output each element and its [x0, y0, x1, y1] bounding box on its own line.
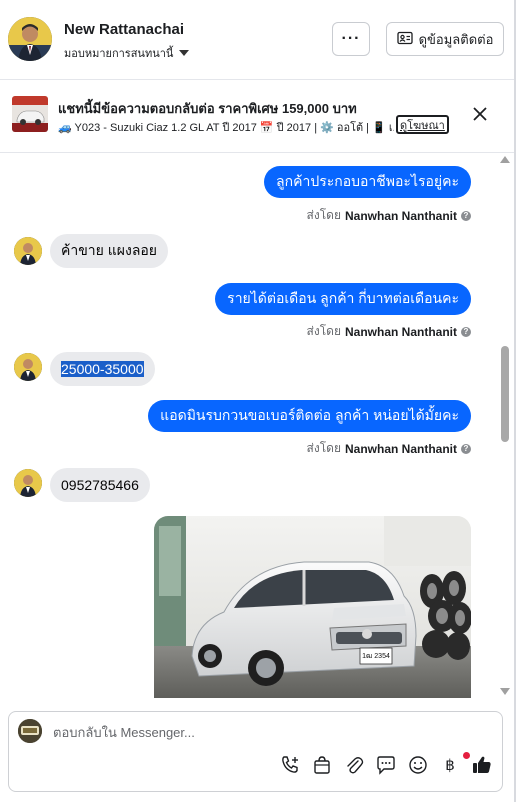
- outgoing-message-bubble[interactable]: ลูกค้าประกอบอาชีพอะไรอยู่คะ: [264, 166, 471, 198]
- contact-card-icon: [396, 31, 413, 48]
- phone-plus-icon[interactable]: [279, 754, 301, 776]
- info-icon[interactable]: ?: [461, 326, 471, 337]
- page-avatar: [18, 719, 42, 743]
- contact-avatar-small[interactable]: [14, 353, 42, 381]
- contact-avatar[interactable]: [8, 17, 52, 61]
- emoji-icon[interactable]: [407, 754, 429, 776]
- sender-name[interactable]: Nanwhan Nanthanit: [345, 325, 457, 339]
- scrollbar-thumb[interactable]: [501, 346, 509, 442]
- sent-by-prefix: ส่งโดย: [306, 441, 341, 455]
- view-ad-link[interactable]: ดูโฆษณา: [396, 115, 449, 134]
- chat-bubble-icon[interactable]: [375, 754, 397, 776]
- message-composer: ฿: [8, 711, 503, 792]
- view-contact-label: ดูข้อมูลติดต่อ: [418, 31, 494, 47]
- assign-label: มอบหมายการสนทนานี้: [64, 48, 174, 60]
- notification-dot: [463, 752, 470, 759]
- thumbs-up-icon[interactable]: [471, 754, 493, 776]
- contact-avatar-small[interactable]: [14, 469, 42, 497]
- shopping-bag-icon[interactable]: [311, 754, 333, 776]
- selected-text[interactable]: 25000-35000: [61, 361, 144, 377]
- outgoing-message-bubble[interactable]: รายได้ต่อเดือน ลูกค้า กี่บาทต่อเดือนคะ: [215, 283, 471, 315]
- contact-name[interactable]: New Rattanachai: [64, 21, 184, 38]
- sender-name[interactable]: Nanwhan Nanthanit: [345, 442, 457, 456]
- scroll-down-arrow-icon[interactable]: [500, 688, 510, 695]
- ad-context-bar: แชทนี้มีข้อความตอบกลับต่อ ราคาพิเศษ 159,…: [0, 81, 514, 153]
- outgoing-message-bubble[interactable]: แอดมินรบกวนขอเบอร์ติดต่อ ลูกค้า หน่อยได้…: [148, 400, 471, 432]
- info-icon[interactable]: ?: [461, 443, 471, 454]
- sent-by-prefix: ส่งโดย: [306, 208, 341, 222]
- view-contact-button[interactable]: ดูข้อมูลติดต่อ: [386, 22, 504, 56]
- sent-by-line: ส่งโดย Nanwhan Nanthanit ?: [307, 439, 471, 458]
- incoming-message-bubble[interactable]: ค้าขาย แผงลอย: [50, 234, 169, 268]
- scroll-up-arrow-icon[interactable]: [500, 156, 510, 163]
- car-photo-message[interactable]: 1ฒ 2354: [154, 516, 471, 698]
- sent-by-line: ส่งโดย Nanwhan Nanthanit ?: [307, 206, 471, 225]
- assign-conversation-dropdown[interactable]: มอบหมายการสนทนานี้: [64, 44, 190, 62]
- ad-detail: 🚙 Y023 - Suzuki Ciaz 1.2 GL AT ปี 2017 📅…: [58, 122, 394, 134]
- conversation-panel: New Rattanachai มอบหมายการสนทนานี้ ··· ด…: [0, 0, 514, 802]
- sender-name[interactable]: Nanwhan Nanthanit: [345, 209, 457, 223]
- license-plate-text: 1ฒ 2354: [362, 653, 390, 660]
- caret-down-icon: [179, 50, 190, 56]
- paperclip-icon[interactable]: [343, 754, 365, 776]
- more-icon: ···: [341, 30, 361, 47]
- more-options-button[interactable]: ···: [332, 22, 370, 56]
- contact-avatar-small[interactable]: [14, 237, 42, 265]
- close-icon[interactable]: [470, 104, 490, 124]
- ad-title: แชทนี้มีข้อความตอบกลับต่อ ราคาพิเศษ 159,…: [58, 101, 357, 116]
- info-icon[interactable]: ?: [461, 210, 471, 221]
- sent-by-line: ส่งโดย Nanwhan Nanthanit ?: [307, 322, 471, 341]
- incoming-message-bubble[interactable]: 25000-35000: [50, 352, 155, 386]
- reply-input[interactable]: [53, 722, 473, 742]
- incoming-message-bubble[interactable]: 0952785466: [50, 468, 150, 502]
- sent-by-prefix: ส่งโดย: [306, 324, 341, 338]
- svg-text:฿: ฿: [445, 756, 455, 774]
- ad-thumbnail[interactable]: [12, 96, 48, 132]
- baht-icon[interactable]: ฿: [439, 754, 461, 776]
- conversation-header: New Rattanachai มอบหมายการสนทนานี้ ··· ด…: [0, 0, 514, 80]
